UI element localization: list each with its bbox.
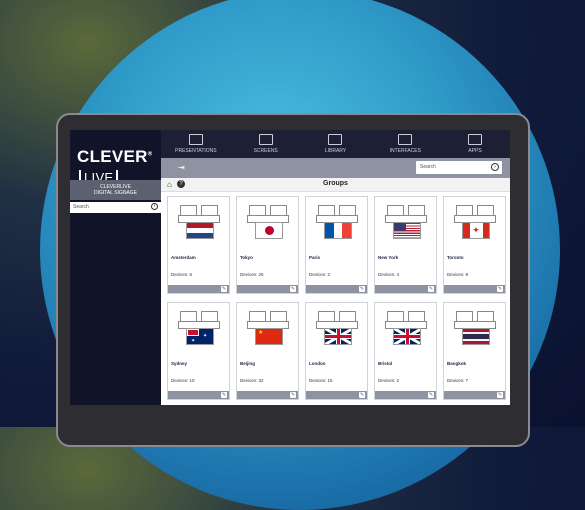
edit-icon[interactable]: ✎ — [497, 392, 503, 398]
group-name: Beijing — [240, 361, 256, 366]
nav-item-1[interactable]: SCREENS — [231, 130, 301, 158]
flag-ca-icon: ✦ — [462, 222, 490, 239]
group-card[interactable]: London Devices: 15 ✎ — [305, 302, 368, 400]
group-name: Tokyo — [240, 255, 253, 260]
card-footer: ✎ — [375, 285, 436, 293]
group-device-count: Devices: 32 — [240, 378, 264, 383]
flag-uk-icon — [393, 328, 421, 345]
sidebar-title: CLEVERLIVE DIGITAL SIGNAGE — [70, 180, 161, 200]
group-device-count: Devices: 4 — [378, 272, 400, 277]
flag-us-icon — [393, 222, 421, 239]
group-name: Bangkok — [447, 361, 467, 366]
users-icon — [398, 134, 413, 145]
logout-icon[interactable]: ⇥ — [178, 163, 185, 172]
library-icon — [328, 134, 343, 145]
groups-panel: ⌂ ? Groups Amsterdam Devices: 5 ✎ Tokyo Devi… — [161, 178, 510, 405]
group-card[interactable]: Tokyo Devices: 25 ✎ — [236, 196, 299, 294]
card-footer: ✎ — [375, 391, 436, 399]
group-device-count: Devices: 7 — [447, 378, 469, 383]
page-title: Groups — [323, 180, 348, 187]
group-name: Toronto — [447, 255, 464, 260]
card-footer: ✎ — [168, 285, 229, 293]
group-device-count: Devices: 5 — [171, 272, 193, 277]
nav-item-label: SCREENS — [253, 148, 278, 154]
group-name: Paris — [309, 255, 321, 260]
card-footer: ✎ — [237, 391, 298, 399]
group-card[interactable]: Paris Devices: 2 ✎ — [305, 196, 368, 294]
flag-au-icon: ✦ ✦ — [186, 328, 214, 345]
group-card[interactable]: New York Devices: 4 ✎ — [374, 196, 437, 294]
card-footer: ✎ — [306, 285, 367, 293]
nav-item-4[interactable]: APPS — [440, 130, 510, 158]
group-card[interactable]: ★ Beijing Devices: 32 ✎ — [236, 302, 299, 400]
edit-icon[interactable]: ✎ — [290, 286, 296, 292]
edit-icon[interactable]: ✎ — [428, 286, 434, 292]
android-icon — [468, 134, 483, 145]
group-card[interactable]: Bangkok Devices: 7 ✎ — [443, 302, 506, 400]
flag-cn-icon: ★ — [255, 328, 283, 345]
group-device-count: Devices: 15 — [309, 378, 333, 383]
group-device-count: Devices: 8 — [447, 272, 469, 277]
card-footer: ✎ — [168, 391, 229, 399]
search-go-icon[interactable]: › — [151, 203, 158, 210]
search-input[interactable]: Search › — [416, 161, 502, 174]
card-footer: ✎ — [444, 391, 505, 399]
sidebar: CLEVER®LIVE CLEVERLIVE DIGITAL SIGNAGE S… — [70, 130, 161, 405]
flag-th-icon — [462, 328, 490, 345]
group-name: Bristol — [378, 361, 393, 366]
group-name: London — [309, 361, 326, 366]
edit-icon[interactable]: ✎ — [428, 392, 434, 398]
group-device-count: Devices: 25 — [240, 272, 264, 277]
edit-icon[interactable]: ✎ — [221, 286, 227, 292]
group-device-count: Devices: 10 — [171, 378, 195, 383]
nav-item-2[interactable]: LIBRARY — [301, 130, 371, 158]
nav-item-label: APPS — [468, 148, 482, 154]
group-device-count: Devices: 2 — [378, 378, 400, 383]
edit-icon[interactable]: ✎ — [221, 392, 227, 398]
edit-icon[interactable]: ✎ — [290, 392, 296, 398]
edit-icon[interactable]: ✎ — [497, 286, 503, 292]
card-footer: ✎ — [237, 285, 298, 293]
presentation-icon — [188, 134, 203, 145]
edit-icon[interactable]: ✎ — [359, 392, 365, 398]
monitor-icon — [258, 134, 273, 145]
group-card[interactable]: Amsterdam Devices: 5 ✎ — [167, 196, 230, 294]
card-footer: ✎ — [306, 391, 367, 399]
group-name: Amsterdam — [171, 255, 196, 260]
nav-item-0[interactable]: PRESENTATIONS — [161, 130, 231, 158]
group-name: Sydney — [171, 361, 188, 366]
flag-uk-icon — [324, 328, 352, 345]
top-navigation: PRESENTATIONS SCREENS LIBRARY INTERFACES APP… — [161, 130, 510, 158]
flag-jp-icon — [255, 222, 283, 239]
group-device-count: Devices: 2 — [309, 272, 331, 277]
nav-item-label: INTERFACES — [389, 148, 421, 154]
nav-item-label: LIBRARY — [324, 148, 347, 154]
group-card[interactable]: ✦ Toronto Devices: 8 ✎ — [443, 196, 506, 294]
flag-fr-icon — [324, 222, 352, 239]
nav-item-label: PRESENTATIONS — [175, 148, 217, 154]
flag-nl-icon — [186, 222, 214, 239]
group-card[interactable]: ✦ ✦ Sydney Devices: 10 ✎ — [167, 302, 230, 400]
group-name: New York — [378, 255, 399, 260]
content-header: ⌂ ? Groups — [161, 178, 510, 192]
group-card[interactable]: Bristol Devices: 2 ✎ — [374, 302, 437, 400]
card-footer: ✎ — [444, 285, 505, 293]
app-screen: CLEVER®LIVE CLEVERLIVE DIGITAL SIGNAGE S… — [70, 130, 510, 405]
edit-icon[interactable]: ✎ — [359, 286, 365, 292]
toolbar: ⇥ Search › — [161, 158, 510, 178]
search-go-icon[interactable]: › — [491, 163, 499, 171]
nav-item-3[interactable]: INTERFACES — [370, 130, 440, 158]
sidebar-search-input[interactable]: Search › — [70, 202, 161, 213]
